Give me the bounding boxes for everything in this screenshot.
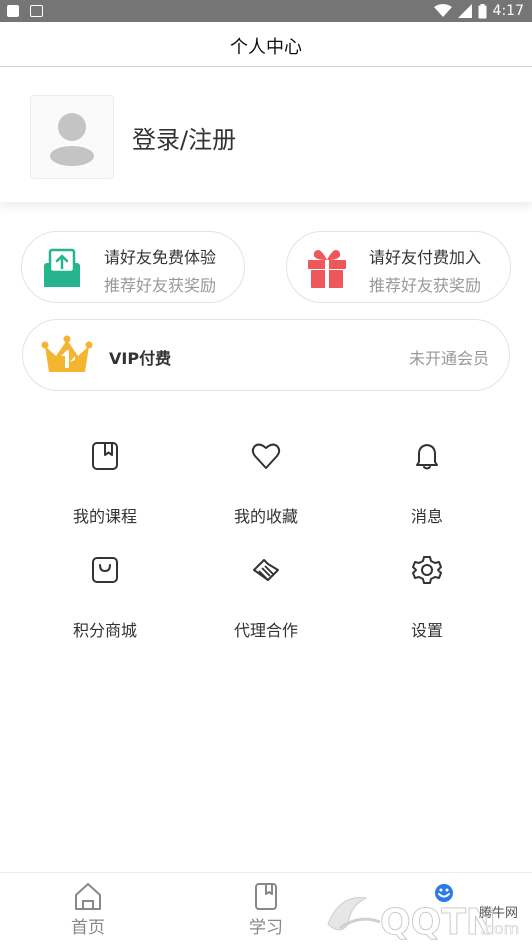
grid-item-messages[interactable]: 消息 xyxy=(347,440,507,540)
watermark-text: 腾牛网 xyxy=(478,906,518,921)
vip-status: 未开通会员 xyxy=(408,349,489,368)
grid-item-agency[interactable]: 代理合作 xyxy=(186,554,346,654)
signal-icon xyxy=(457,4,472,18)
nav-home-label: 首页 xyxy=(71,918,105,938)
vip-label: VIP付费 xyxy=(109,349,172,368)
grid-item-points-mall[interactable]: 积分商城 xyxy=(25,554,185,654)
invite-paid-card[interactable]: 请好友付费加入 推荐好友获奖励 xyxy=(286,231,511,303)
page-header: 个人中心 xyxy=(0,22,532,67)
grid-label-settings: 设置 xyxy=(410,621,443,640)
grid-item-my-courses[interactable]: 我的课程 xyxy=(25,440,185,540)
status-bar: 4:17 xyxy=(0,0,532,22)
home-icon xyxy=(75,883,101,910)
profile-section: 登录/注册 xyxy=(0,67,532,202)
nav-study[interactable]: 学习 xyxy=(206,873,326,947)
invite-free-card[interactable]: 请好友免费体验 推荐好友获奖励 xyxy=(21,231,245,303)
invite-paid-title: 请好友付费加入 xyxy=(369,248,482,267)
grid-label-messages: 消息 xyxy=(410,507,443,526)
svg-text:.com: .com xyxy=(480,919,519,938)
gift-icon xyxy=(308,250,346,288)
invite-paid-subtitle: 推荐好友获奖励 xyxy=(369,276,482,295)
grid-label-favorites: 我的收藏 xyxy=(233,507,298,526)
mail-upload-icon xyxy=(44,248,80,287)
invite-free-subtitle: 推荐好友获奖励 xyxy=(104,276,217,295)
heart-icon xyxy=(251,443,281,469)
grid-label-agency: 代理合作 xyxy=(233,621,298,640)
status-time: 4:17 xyxy=(492,3,524,19)
default-avatar-icon xyxy=(50,113,94,166)
gear-icon xyxy=(412,556,442,584)
page-title: 个人中心 xyxy=(230,37,302,58)
book-icon xyxy=(92,442,118,470)
avatar[interactable] xyxy=(30,95,114,179)
notification-icon xyxy=(7,5,19,17)
grid-item-settings[interactable]: 设置 xyxy=(347,554,507,654)
bell-icon xyxy=(416,444,438,470)
status-bar-right: 4:17 xyxy=(433,2,524,20)
handshake-icon xyxy=(253,559,279,581)
book-icon xyxy=(255,883,277,910)
shopping-bag-icon xyxy=(92,557,118,583)
crown-icon xyxy=(41,335,93,372)
wifi-icon xyxy=(433,4,452,17)
invite-free-title: 请好友免费体验 xyxy=(104,248,217,267)
grid-label-points-mall: 积分商城 xyxy=(72,621,137,640)
grid-item-favorites[interactable]: 我的收藏 xyxy=(186,440,346,540)
grid-label-my-courses: 我的课程 xyxy=(72,507,137,526)
nav-home[interactable]: 首页 xyxy=(28,873,148,947)
login-register-link[interactable]: 登录/注册 xyxy=(132,120,236,155)
nav-study-label: 学习 xyxy=(249,918,283,938)
battery-icon xyxy=(478,3,487,18)
app-notification-icon xyxy=(30,5,43,17)
vip-membership-card[interactable]: VIP付费 未开通会员 xyxy=(22,319,510,391)
